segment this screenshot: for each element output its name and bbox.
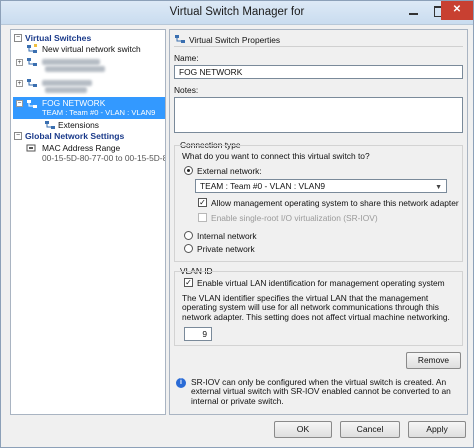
mac-range-value: 00-15-5D-80-77-00 to 00-15-5D-8... bbox=[42, 153, 166, 163]
network-switch-icon bbox=[175, 35, 185, 43]
tree-item-switch-3[interactable]: + bbox=[15, 77, 165, 93]
private-network-label: Private network bbox=[197, 244, 255, 254]
allow-management-checkbox[interactable]: ✓ bbox=[198, 198, 207, 207]
collapse-global-settings-icon[interactable]: − bbox=[14, 132, 22, 140]
remove-button[interactable]: Remove bbox=[406, 352, 461, 369]
minimize-icon[interactable] bbox=[401, 1, 427, 20]
header-divider bbox=[174, 46, 463, 47]
ok-button[interactable]: OK bbox=[274, 421, 332, 438]
network-adapter-icon bbox=[26, 144, 36, 152]
external-network-radio[interactable] bbox=[184, 166, 193, 175]
redacted-label bbox=[45, 66, 105, 72]
tree-item-fog-network[interactable]: − FOG NETWORK TEAM : Team #0 - VLAN : VL… bbox=[13, 97, 165, 119]
switch-properties-panel: Virtual Switch Properties Name: FOG NETW… bbox=[169, 29, 468, 415]
collapse-icon[interactable]: − bbox=[16, 100, 23, 107]
name-label: Name: bbox=[174, 53, 199, 63]
close-icon[interactable]: ✕ bbox=[441, 1, 473, 20]
tree-item-switch-2[interactable]: + bbox=[15, 56, 165, 72]
internal-network-label: Internal network bbox=[197, 231, 257, 241]
private-network-radio[interactable] bbox=[184, 244, 193, 253]
notes-field[interactable] bbox=[174, 97, 463, 133]
cancel-button[interactable]: Cancel bbox=[340, 421, 400, 438]
external-network-label: External network: bbox=[197, 166, 262, 176]
allow-management-label: Allow management operating system to sha… bbox=[211, 198, 459, 208]
vlan-enable-checkbox[interactable]: ✓ bbox=[184, 278, 193, 287]
internal-network-radio[interactable] bbox=[184, 231, 193, 240]
fog-network-label: FOG NETWORK bbox=[42, 98, 106, 108]
sriov-info-text: SR-IOV can only be configured when the v… bbox=[191, 377, 451, 406]
redacted-label bbox=[42, 80, 92, 86]
network-switch-icon bbox=[27, 58, 37, 66]
expand-icon[interactable]: + bbox=[16, 80, 23, 87]
external-adapter-value: TEAM : Team #0 - VLAN : VLAN9 bbox=[200, 181, 326, 191]
vlan-enable-label: Enable virtual LAN identification for ma… bbox=[197, 278, 445, 288]
network-switch-icon bbox=[27, 79, 37, 87]
virtual-switch-manager-window: Virtual Switch Manager for ✕ − Virtual S… bbox=[0, 0, 474, 448]
notes-label: Notes: bbox=[174, 85, 199, 95]
network-switch-icon bbox=[27, 100, 37, 108]
apply-button[interactable]: Apply bbox=[408, 421, 466, 438]
global-network-settings-header: Global Network Settings bbox=[25, 131, 125, 141]
properties-header: Virtual Switch Properties bbox=[189, 35, 281, 45]
mac-range-label: MAC Address Range bbox=[42, 143, 121, 153]
chevron-down-icon: ▼ bbox=[435, 184, 442, 191]
switch-tree-panel: − Virtual Switches New virtual network s… bbox=[10, 29, 166, 415]
sriov-checkbox[interactable] bbox=[198, 213, 207, 222]
external-adapter-select[interactable]: TEAM : Team #0 - VLAN : VLAN9 ▼ bbox=[195, 179, 447, 193]
connection-question: What do you want to connect this virtual… bbox=[182, 151, 370, 161]
title-bar: Virtual Switch Manager for ✕ bbox=[1, 1, 473, 25]
extensions-icon bbox=[45, 121, 55, 129]
sriov-label: Enable single-root I/O virtualization (S… bbox=[211, 213, 378, 223]
new-switch-label: New virtual network switch bbox=[42, 44, 141, 54]
vlan-description: The VLAN identifier specifies the virtua… bbox=[182, 293, 450, 322]
virtual-switches-header: Virtual Switches bbox=[25, 33, 92, 43]
redacted-label bbox=[42, 59, 100, 65]
name-field[interactable]: FOG NETWORK bbox=[174, 65, 463, 79]
extensions-label: Extensions bbox=[58, 120, 99, 130]
info-icon: i bbox=[176, 378, 186, 388]
redacted-label bbox=[45, 87, 87, 93]
vlan-id-field[interactable]: 9 bbox=[184, 327, 212, 341]
tree-item-new-switch[interactable]: New virtual network switch bbox=[15, 43, 165, 56]
tree-item-mac-range[interactable]: MAC Address Range 00-15-5D-80-77-00 to 0… bbox=[15, 142, 165, 163]
collapse-virtual-switches-icon[interactable]: − bbox=[14, 34, 22, 42]
network-switch-icon bbox=[27, 44, 37, 53]
expand-icon[interactable]: + bbox=[16, 59, 23, 66]
fog-network-sublabel: TEAM : Team #0 - VLAN : VLAN9 bbox=[42, 108, 156, 117]
